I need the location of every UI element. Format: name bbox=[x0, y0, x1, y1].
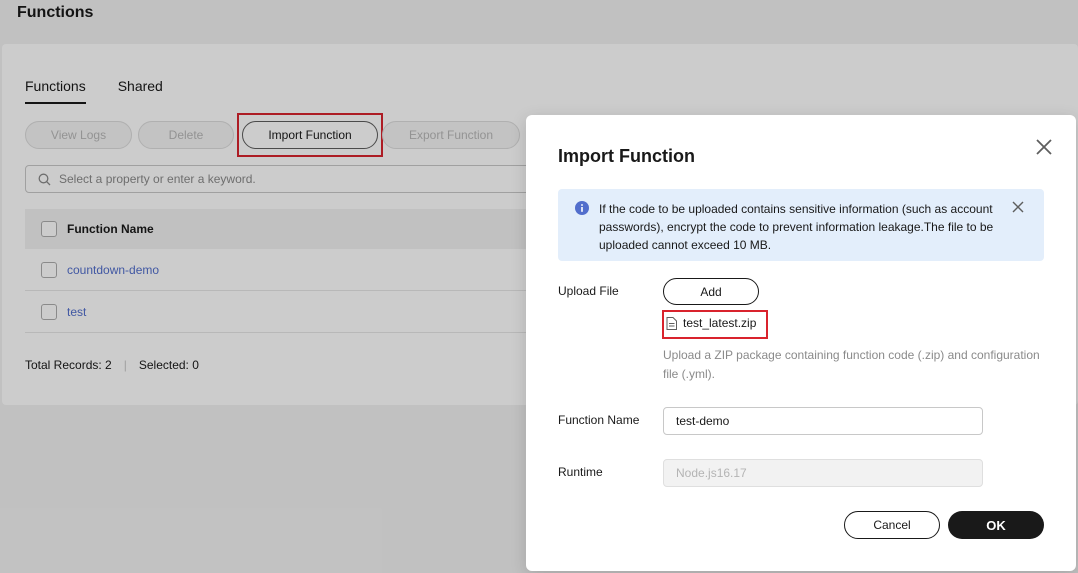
runtime-select[interactable]: Node.js16.17 bbox=[663, 459, 983, 487]
file-icon bbox=[666, 316, 677, 330]
dialog-title: Import Function bbox=[558, 146, 695, 166]
alert-close-icon[interactable] bbox=[1011, 200, 1025, 214]
close-icon[interactable] bbox=[1032, 135, 1056, 159]
import-function-dialog: Import Function If the code to be upload… bbox=[526, 115, 1076, 571]
cancel-button[interactable]: Cancel bbox=[844, 511, 940, 539]
uploaded-file[interactable]: test_latest.zip bbox=[666, 316, 756, 330]
function-name-label: Function Name bbox=[558, 413, 640, 427]
runtime-label: Runtime bbox=[558, 465, 603, 479]
upload-file-label: Upload File bbox=[558, 284, 619, 298]
info-alert: If the code to be uploaded contains sens… bbox=[558, 189, 1044, 261]
ok-button[interactable]: OK bbox=[948, 511, 1044, 539]
upload-hint: Upload a ZIP package containing function… bbox=[663, 348, 1040, 381]
function-name-input[interactable]: test-demo bbox=[663, 407, 983, 435]
info-icon bbox=[575, 201, 589, 215]
alert-message: If the code to be uploaded contains sens… bbox=[599, 202, 994, 252]
file-name: test_latest.zip bbox=[683, 316, 757, 330]
add-file-button[interactable]: Add bbox=[663, 278, 759, 305]
